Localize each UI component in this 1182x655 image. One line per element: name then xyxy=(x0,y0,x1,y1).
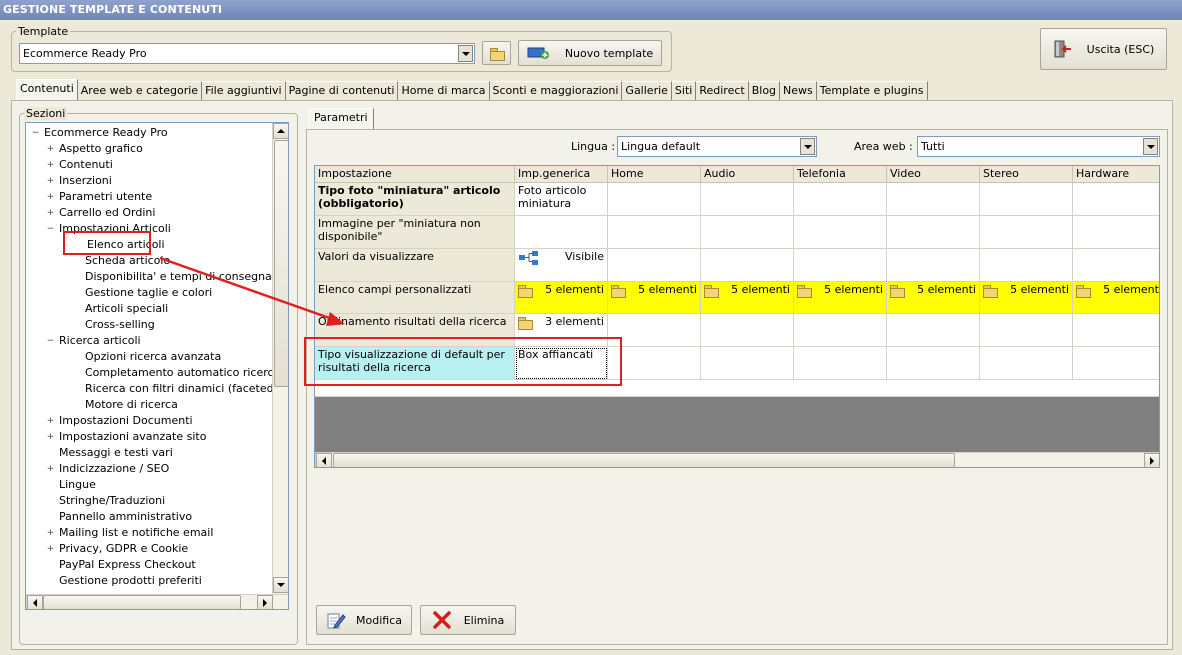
annotation-arrow xyxy=(159,256,345,326)
